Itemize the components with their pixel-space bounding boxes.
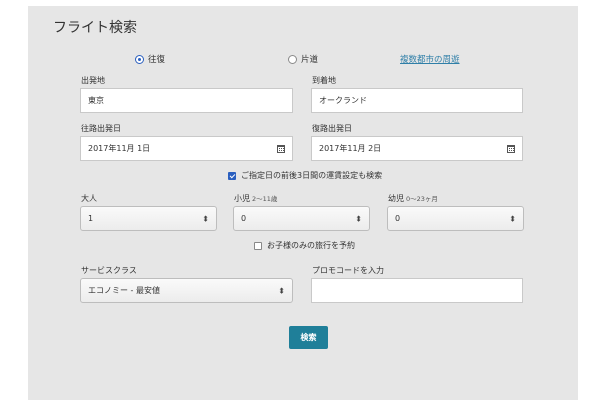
radio-one-way-label: 片道 [301,55,319,65]
radio-one-way[interactable]: 片道 [288,53,318,65]
infants-select[interactable]: 0 ⬍ [387,206,524,231]
service-class-select[interactable]: エコノミー - 最安値 ⬍ [80,278,293,303]
return-date-value: 2017年11月 2日 [319,144,382,153]
radio-one-way-indicator[interactable] [288,54,297,64]
radio-round-trip-indicator[interactable] [135,54,144,64]
origin-label: 出発地 [81,76,105,85]
promo-code-input[interactable] [311,278,523,303]
return-date-input[interactable]: 2017年11月 2日 [311,136,523,161]
service-class-value: エコノミー - 最安値 [88,286,160,295]
destination-value: オークランド [319,96,367,105]
infants-age-range: 0〜23ヶ月 [406,195,438,203]
multi-city-link[interactable]: 複数都市の周遊 [400,53,460,65]
unaccompanied-minor-label: お子様のみの旅行を予約 [267,241,355,250]
destination-label: 到着地 [312,76,336,85]
origin-input[interactable]: 東京 [80,88,293,113]
children-select[interactable]: 0 ⬍ [233,206,370,231]
select-arrows-icon: ⬍ [355,214,362,223]
depart-date-input[interactable]: 2017年11月 1日 [80,136,293,161]
depart-date-value: 2017年11月 1日 [88,144,151,153]
flexible-dates-label: ご指定日の前後3日間の運賃設定も検索 [241,171,383,180]
select-arrows-icon: ⬍ [202,214,209,223]
service-class-label: サービスクラス [81,266,137,275]
depart-date-label: 往路出発日 [81,124,121,133]
adults-label-text: 大人 [81,194,97,203]
return-date-label: 復路出発日 [312,124,352,133]
unaccompanied-minor-option[interactable]: お子様のみの旅行を予約 [254,240,355,251]
flexible-dates-checkbox[interactable] [228,171,236,180]
infants-label-text: 幼児 [388,194,404,203]
flexible-dates-option[interactable]: ご指定日の前後3日間の運賃設定も検索 [228,170,382,181]
calendar-icon[interactable] [507,145,515,153]
select-arrows-icon: ⬍ [278,286,285,295]
adults-select[interactable]: 1 ⬍ [80,206,217,231]
origin-value: 東京 [88,96,104,105]
infants-label: 幼児 0〜23ヶ月 [388,193,438,204]
search-button[interactable]: 検索 [289,326,328,349]
calendar-icon[interactable] [277,145,285,153]
children-value: 0 [241,214,247,223]
adults-label: 大人 [81,193,97,204]
destination-input[interactable]: オークランド [311,88,523,113]
page-title: フライト検索 [53,20,137,36]
children-age-range: 2〜11歳 [252,195,278,203]
unaccompanied-minor-checkbox[interactable] [254,241,262,250]
select-arrows-icon: ⬍ [509,214,516,223]
promo-code-label: プロモコードを入力 [312,266,384,275]
infants-value: 0 [395,214,401,223]
adults-value: 1 [88,214,94,223]
children-label-text: 小児 [234,194,250,203]
radio-round-trip[interactable]: 往復 [135,53,165,65]
radio-round-trip-label: 往復 [148,55,166,65]
children-label: 小児 2〜11歳 [234,193,277,204]
